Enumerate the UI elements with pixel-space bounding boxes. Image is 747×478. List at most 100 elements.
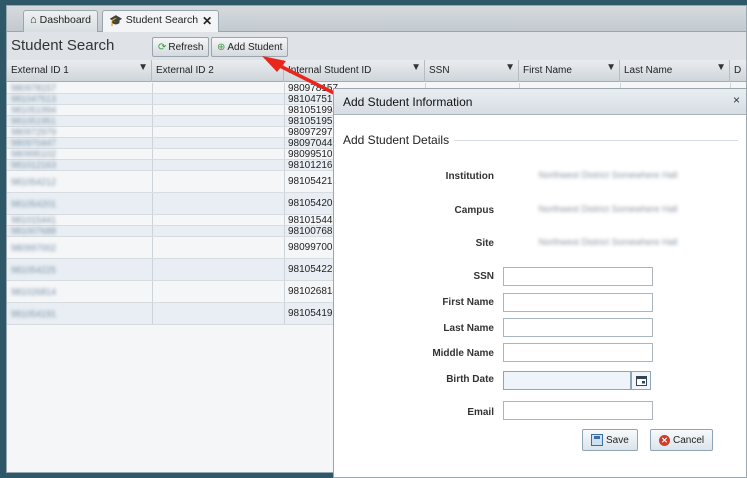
tab-student-search-label: Student Search <box>125 14 199 26</box>
column-separator <box>284 149 285 159</box>
cell-external-id-1: 981007688 <box>11 226 57 236</box>
column-separator <box>284 281 285 302</box>
dialog-titlebar: Add Student Information × <box>334 89 746 115</box>
column-header-d[interactable]: D <box>730 60 746 82</box>
cancel-button-label: Cancel <box>673 434 705 446</box>
section-divider <box>454 140 738 141</box>
add-student-button[interactable]: ⊕ Add Student <box>211 37 289 57</box>
column-separator <box>152 237 153 258</box>
column-separator <box>284 138 285 148</box>
refresh-button[interactable]: ⟳ Refresh <box>152 37 210 57</box>
column-separator <box>284 215 285 225</box>
calendar-icon <box>635 375 647 386</box>
cell-external-id-1: 981051951 <box>11 116 57 126</box>
column-header-ssn[interactable]: SSN ▼ <box>425 60 519 82</box>
column-separator <box>284 116 285 126</box>
grid-header: External ID 1 ▼ External ID 2 Internal S… <box>7 60 746 82</box>
column-separator <box>152 116 153 126</box>
column-separator <box>152 303 153 324</box>
column-separator <box>284 127 285 137</box>
column-separator <box>284 160 285 170</box>
column-separator <box>152 94 153 104</box>
birth-date-label: Birth Date <box>446 374 494 385</box>
column-separator <box>152 138 153 148</box>
middle-name-field[interactable] <box>503 343 653 362</box>
cell-external-id-1: 980978157 <box>11 83 57 93</box>
cancel-icon: ✕ <box>659 434 670 446</box>
filter-icon[interactable]: ▼ <box>411 62 421 73</box>
column-separator <box>284 303 285 324</box>
cell-external-id-1: 980970447 <box>11 138 57 148</box>
column-separator <box>152 149 153 159</box>
close-icon[interactable]: ✕ <box>202 14 212 28</box>
cell-external-id-1: 981054212 <box>11 177 57 187</box>
filter-icon[interactable]: ▼ <box>138 62 148 73</box>
birth-date-field[interactable] <box>503 371 631 390</box>
column-separator <box>152 127 153 137</box>
page-title: Student Search <box>11 37 115 54</box>
cell-external-id-1: 981012163 <box>11 160 57 170</box>
section-title: Add Student Details <box>343 133 450 147</box>
column-separator <box>152 193 153 214</box>
column-header-external-id-2[interactable]: External ID 2 <box>152 60 284 82</box>
tab-strip: ⌂ Dashboard 🎓 Student Search ✕ <box>7 6 746 32</box>
column-separator <box>152 105 153 115</box>
column-header-first-name[interactable]: First Name ▼ <box>519 60 620 82</box>
cell-external-id-1: 980972979 <box>11 127 57 137</box>
site-value: Northwest District Somewhere Hall <box>538 237 678 247</box>
cancel-button[interactable]: ✕ Cancel <box>650 429 714 451</box>
column-header-internal-student-id[interactable]: Internal Student ID ▼ <box>284 60 425 82</box>
refresh-button-label: Refresh <box>168 41 204 53</box>
last-name-field[interactable] <box>503 318 653 337</box>
column-header-label: First Name <box>523 65 572 76</box>
institution-label: Institution <box>445 171 494 182</box>
column-separator <box>152 83 153 93</box>
cell-external-id-1: 980995102 <box>11 149 57 159</box>
first-name-label: First Name <box>442 297 494 308</box>
cell-external-id-1: 981047513 <box>11 94 57 104</box>
cell-external-id-1: 980997002 <box>11 243 57 253</box>
ssn-field[interactable] <box>503 267 653 286</box>
filter-icon[interactable]: ▼ <box>505 62 515 73</box>
column-separator <box>284 259 285 280</box>
dialog-title: Add Student Information <box>343 95 473 109</box>
column-separator <box>284 226 285 236</box>
column-separator <box>152 259 153 280</box>
tab-student-search[interactable]: 🎓 Student Search ✕ <box>102 10 220 32</box>
page-header: Student Search ⟳ Refresh ⊕ Add Student <box>7 33 746 60</box>
email-field[interactable] <box>503 401 653 420</box>
close-icon[interactable]: × <box>733 93 740 107</box>
filter-icon[interactable]: ▼ <box>716 62 726 73</box>
column-separator <box>284 237 285 258</box>
refresh-icon: ⟳ <box>158 41 167 53</box>
column-separator <box>284 83 285 93</box>
first-name-field[interactable] <box>503 293 653 312</box>
add-student-dialog: Add Student Information × Add Student De… <box>333 88 747 478</box>
column-header-label: Last Name <box>624 65 673 76</box>
column-header-label: External ID 2 <box>156 65 214 76</box>
add-icon: ⊕ <box>217 41 226 53</box>
column-separator <box>284 94 285 104</box>
campus-value: Northwest District Somewhere Hall <box>538 204 678 214</box>
column-separator <box>152 171 153 192</box>
cell-external-id-1: 981015441 <box>11 215 57 225</box>
column-header-last-name[interactable]: Last Name ▼ <box>620 60 730 82</box>
ssn-label: SSN <box>473 271 494 282</box>
tab-dashboard[interactable]: ⌂ Dashboard <box>23 10 99 32</box>
tab-dashboard-label: Dashboard <box>39 14 92 26</box>
campus-label: Campus <box>454 205 494 216</box>
column-separator <box>284 193 285 214</box>
home-icon: ⌂ <box>30 14 37 26</box>
cell-external-id-1: 981054191 <box>11 309 57 319</box>
column-header-external-id-1[interactable]: External ID 1 ▼ <box>7 60 152 82</box>
filter-icon[interactable]: ▼ <box>606 62 616 73</box>
column-separator <box>152 281 153 302</box>
cell-external-id-1: 981026814 <box>11 287 57 297</box>
save-button[interactable]: Save <box>582 429 638 451</box>
save-button-label: Save <box>606 434 629 446</box>
save-icon <box>591 434 603 446</box>
column-header-label: D <box>734 65 742 76</box>
email-label: Email <box>467 407 494 418</box>
calendar-button[interactable] <box>631 371 651 390</box>
cell-external-id-1: 981054225 <box>11 265 57 275</box>
